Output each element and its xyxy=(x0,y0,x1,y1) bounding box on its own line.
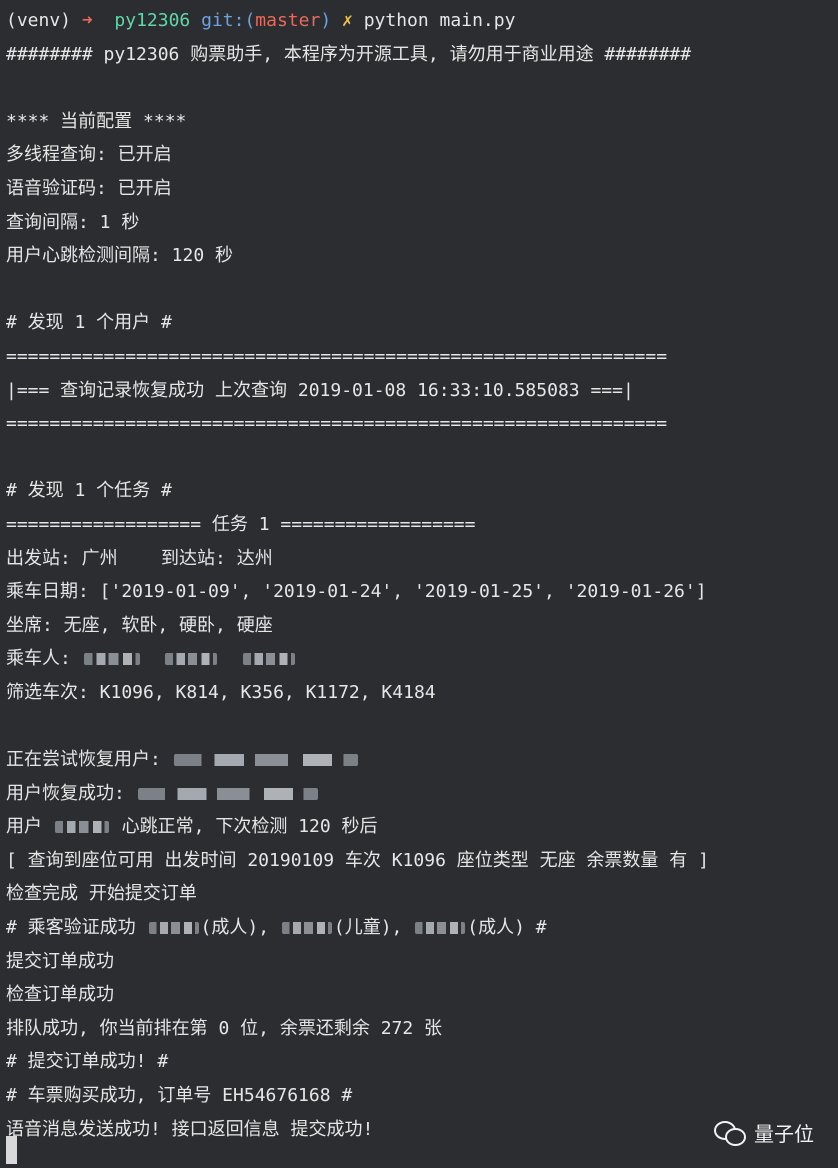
dirty-icon: ✗ xyxy=(342,10,353,31)
prompt-line: (venv) ➜ py12306 git:(master) ✗ python m… xyxy=(6,4,838,38)
terminal-cursor xyxy=(6,1136,17,1164)
restore-ok-line: 用户恢复成功: xyxy=(6,777,838,811)
header-line: ######## py12306 购票助手, 本程序为开源工具, 请勿用于商业用… xyxy=(6,43,692,65)
venv-label: (venv) xyxy=(6,10,72,31)
command-text: python main.py xyxy=(363,10,516,31)
passenger-child: (儿童), xyxy=(333,917,414,939)
redacted-name xyxy=(243,653,296,666)
directory-name: py12306 xyxy=(114,10,191,31)
task-header-line: ================== 任务 1 ================… xyxy=(6,513,476,535)
passenger-verify-prefix: # 乘客验证成功 xyxy=(6,917,147,939)
passengers-line: 乘车人: xyxy=(6,642,838,676)
redacted-name xyxy=(165,653,218,666)
config-title: **** 当前配置 **** xyxy=(6,110,187,132)
restoring-user-line: 正在尝试恢复用户: xyxy=(6,743,838,777)
terminal-window[interactable]: (venv) ➜ py12306 git:(master) ✗ python m… xyxy=(0,0,838,1168)
dates-line: 乘车日期: ['2019-01-09', '2019-01-24', '2019… xyxy=(6,581,707,603)
git-branch: master xyxy=(255,10,321,31)
redacted-username xyxy=(54,821,109,834)
watermark-text: 量子位 xyxy=(754,1121,814,1146)
redacted-name xyxy=(148,922,199,935)
config-heartbeat: 用户心跳检测间隔: 120 秒 xyxy=(6,245,234,267)
heartbeat-prefix: 用户 xyxy=(6,816,53,838)
redacted-name xyxy=(83,653,140,666)
seat-available-line: [ 查询到座位可用 出发时间 20190109 车次 K1096 座位类型 无座… xyxy=(6,849,709,871)
passenger-verify-line: # 乘客验证成功 (成人), (儿童), (成人) # xyxy=(6,911,838,945)
restore-record-line: |=== 查询记录恢复成功 上次查询 2019-01-08 16:33:10.5… xyxy=(6,379,634,401)
check-order-ok-line: 检查订单成功 xyxy=(6,984,114,1006)
heartbeat-suffix: 心跳正常, 下次检测 120 秒后 xyxy=(110,816,378,838)
passenger-adult-2: (成人) # xyxy=(467,917,547,939)
redacted-name xyxy=(281,922,332,935)
config-voice: 语音验证码: 已开启 xyxy=(6,177,172,199)
redacted-account xyxy=(137,787,318,800)
found-tasks-line: # 发现 1 个任务 # xyxy=(6,480,172,502)
submit-order-ok-line: # 提交订单成功! # xyxy=(6,1051,169,1073)
seats-line: 坐席: 无座, 软卧, 硬卧, 硬座 xyxy=(6,614,273,636)
arrow-icon: ➜ xyxy=(81,10,93,31)
submit-ok-line: 提交订单成功 xyxy=(6,950,114,972)
redacted-account xyxy=(173,754,358,767)
wechat-icon xyxy=(714,1119,746,1146)
separator-line: ========================================… xyxy=(6,413,668,435)
queue-ok-line: 排队成功, 你当前排在第 0 位, 余票还剩余 272 张 xyxy=(6,1017,443,1039)
restore-ok-label: 用户恢复成功: xyxy=(6,782,136,804)
separator-line: ========================================… xyxy=(6,345,668,367)
stations-line: 出发站: 广州 到达站: 达州 xyxy=(6,547,273,569)
config-interval: 查询间隔: 1 秒 xyxy=(6,211,140,233)
check-done-line: 检查完成 开始提交订单 xyxy=(6,883,197,905)
filter-trains-line: 筛选车次: K1096, K814, K356, K1172, K4184 xyxy=(6,681,436,703)
passengers-label: 乘车人: xyxy=(6,648,82,670)
found-users-line: # 发现 1 个用户 # xyxy=(6,312,172,334)
watermark: 量子位 xyxy=(714,1117,814,1147)
redacted-name xyxy=(415,922,466,935)
ticket-ok-line: # 车票购买成功, 订单号 EH54676168 # xyxy=(6,1085,353,1106)
restoring-user-label: 正在尝试恢复用户: xyxy=(6,749,172,771)
heartbeat-line: 用户 心跳正常, 下次检测 120 秒后 xyxy=(6,810,838,844)
git-suffix: ) xyxy=(320,10,332,31)
config-multithread: 多线程查询: 已开启 xyxy=(6,144,172,166)
git-prefix: git:( xyxy=(201,10,256,31)
passenger-adult-1: (成人), xyxy=(200,917,280,939)
